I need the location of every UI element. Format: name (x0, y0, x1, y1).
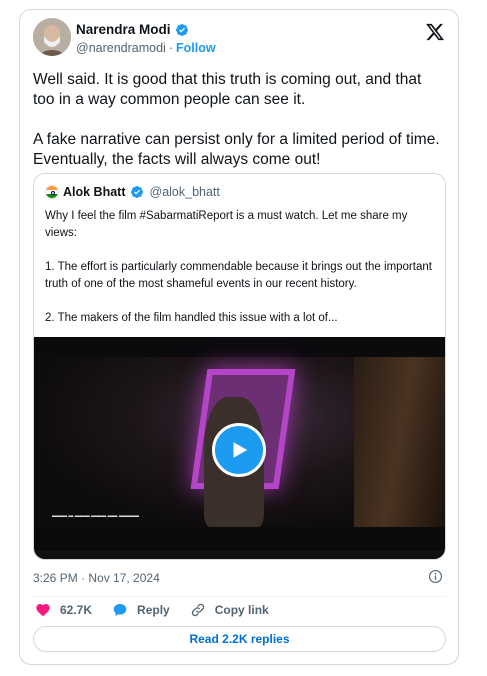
tweet-card: Narendra Modi @narendramodi · Follow Wel… (19, 9, 459, 665)
link-icon (191, 603, 204, 617)
copy-link-label: Copy link (214, 603, 269, 617)
quoted-tweet[interactable]: Alok Bhatt @alok_bhatt Why I feel the fi… (33, 173, 446, 560)
author-name-row[interactable]: Narendra Modi (76, 22, 189, 37)
action-bar: 62.7K Reply Copy link (35, 602, 289, 618)
tweet-paragraph: Well said. It is good that this truth is… (33, 71, 422, 108)
tweet-paragraph: A fake narrative can persist only for a … (33, 131, 440, 168)
verified-badge-icon (130, 186, 143, 198)
play-button[interactable] (212, 423, 266, 477)
author-name[interactable]: Narendra Modi (76, 22, 171, 37)
reply-label: Reply (137, 603, 170, 617)
quoted-paragraph: 1. The effort is particularly commendabl… (45, 261, 432, 290)
quoted-paragraph: Why I feel the film #SabarmatiReport is … (45, 210, 408, 239)
reply-button[interactable]: Reply (112, 602, 170, 618)
author-handle[interactable]: @narendramodi (76, 41, 166, 55)
separator-dot: · (168, 41, 173, 55)
video-scene-wall (354, 357, 445, 527)
x-logo-icon[interactable] (425, 22, 445, 42)
play-icon (233, 442, 248, 458)
handle-row: @narendramodi · Follow (76, 41, 216, 55)
reply-icon (113, 604, 127, 616)
quoted-author-name: Alok Bhatt (63, 185, 126, 199)
heart-icon (36, 604, 50, 617)
video-subtitle: ▬▬▬ ▬ ▬▬▬ ▬▬▬ ▬▬ ▬▬▬▬ (52, 513, 139, 519)
avatar[interactable] (33, 18, 71, 56)
quoted-paragraph: 2. The makers of the film handled this i… (45, 312, 338, 324)
tweet-timestamp[interactable]: 3:26 PM · Nov 17, 2024 (33, 571, 160, 585)
video-player[interactable]: ▬▬▬ ▬ ▬▬▬ ▬▬▬ ▬▬ ▬▬▬▬ (34, 337, 445, 559)
like-button[interactable]: 62.7K (35, 602, 92, 618)
copy-link-button[interactable]: Copy link (190, 602, 269, 618)
quoted-header: Alok Bhatt @alok_bhatt (45, 185, 220, 199)
quoted-text: Why I feel the film #SabarmatiReport is … (45, 208, 437, 344)
follow-button[interactable]: Follow (176, 41, 216, 55)
video-controls-bar[interactable] (34, 551, 445, 559)
like-count: 62.7K (60, 603, 93, 617)
info-icon[interactable] (428, 569, 443, 584)
read-replies-button[interactable]: Read 2.2K replies (33, 626, 446, 652)
verified-badge-icon (175, 23, 188, 36)
india-flag-icon (45, 185, 59, 199)
quoted-author-handle: @alok_bhatt (149, 185, 220, 199)
tweet-text: Well said. It is good that this truth is… (33, 70, 447, 190)
divider (33, 596, 446, 597)
